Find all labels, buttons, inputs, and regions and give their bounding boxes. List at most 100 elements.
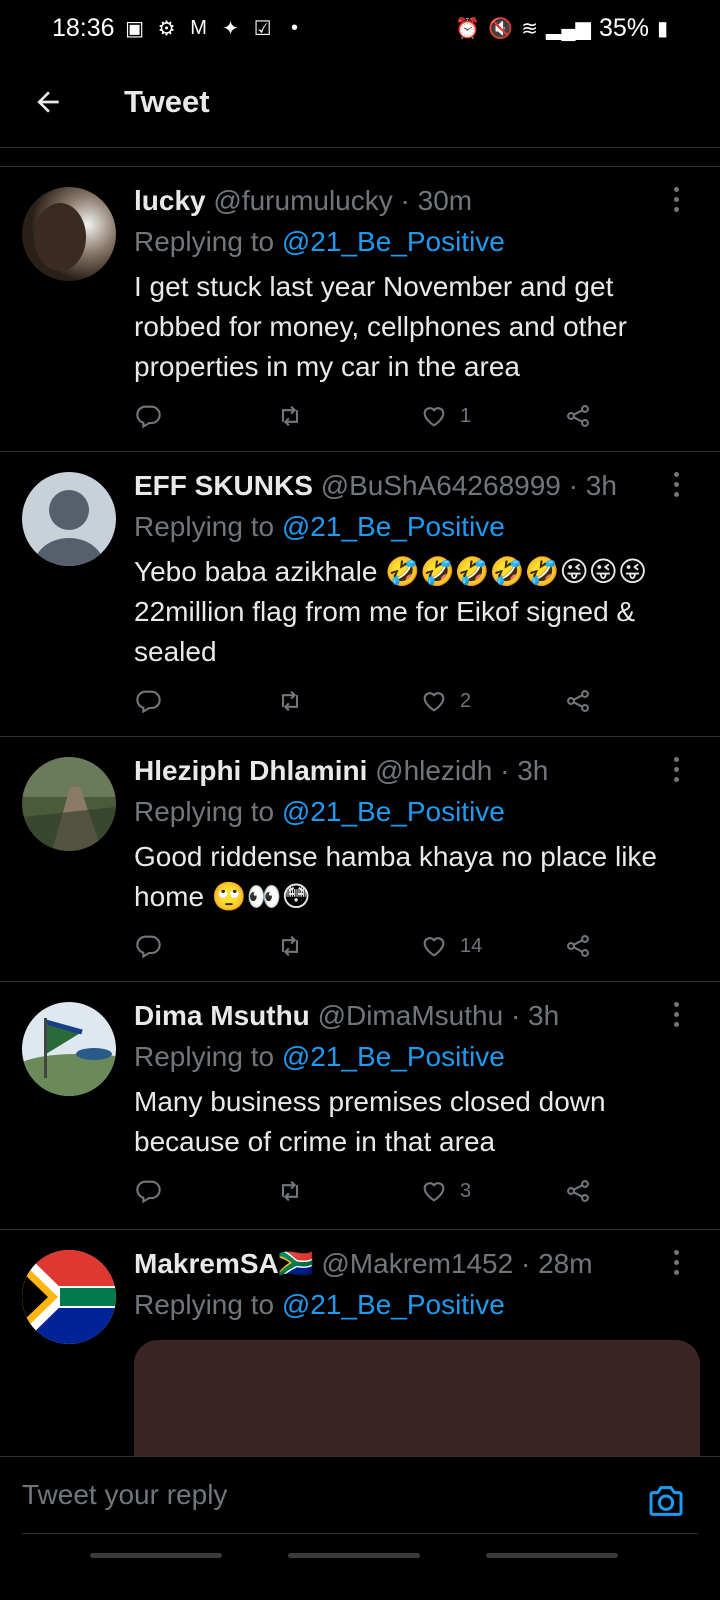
reply-icon bbox=[136, 935, 161, 959]
like-count: 2 bbox=[460, 689, 472, 712]
mute-icon: 🔇 bbox=[488, 17, 514, 40]
more-options-button[interactable] bbox=[672, 1002, 680, 1028]
heart-icon bbox=[423, 407, 445, 427]
nav-home-button[interactable] bbox=[288, 1553, 420, 1558]
replying-prefix: Replying to bbox=[134, 796, 282, 827]
tweet-text: Yebo baba azikhale 🤣🤣🤣🤣🤣😜😜😜22million fla… bbox=[134, 556, 648, 667]
signal-icon: ▂▄▆ bbox=[546, 17, 591, 40]
avatar[interactable] bbox=[22, 187, 116, 281]
status-left: 18:36 ▣ ⚙ M ✦ ☑ • bbox=[52, 14, 307, 43]
like-button[interactable]: 3 bbox=[420, 1177, 471, 1205]
share-button[interactable] bbox=[564, 1177, 592, 1205]
like-count: 3 bbox=[460, 1179, 472, 1202]
retweet-icon bbox=[281, 1180, 299, 1202]
more-options-button[interactable] bbox=[672, 1250, 680, 1276]
display-name[interactable]: lucky bbox=[134, 185, 206, 216]
tweet-header: MakremSA🇿🇦 @Makrem1452 · 28m bbox=[134, 1244, 700, 1284]
tweet-header: Dima Msuthu @DimaMsuthu · 3h bbox=[134, 996, 700, 1036]
tweet-actions: 2 bbox=[134, 681, 604, 721]
display-name[interactable]: EFF SKUNKS bbox=[134, 470, 313, 501]
retweet-button[interactable] bbox=[276, 402, 304, 430]
separator-dot: · bbox=[400, 185, 410, 216]
tweet-item[interactable]: EFF SKUNKS @BuShA64268999 · 3h Replying … bbox=[0, 452, 720, 737]
share-button[interactable] bbox=[564, 932, 592, 960]
tweet-actions: 3 bbox=[134, 1171, 604, 1211]
display-name[interactable]: Dima Msuthu bbox=[134, 1000, 310, 1031]
user-handle[interactable]: @DimaMsuthu bbox=[318, 1000, 504, 1031]
battery-icon: ▮ bbox=[656, 17, 668, 40]
camera-button[interactable] bbox=[646, 1481, 686, 1521]
mention-link[interactable]: @21_Be_Positive bbox=[282, 1041, 505, 1072]
tweet-item[interactable]: Dima Msuthu @DimaMsuthu · 3h Replying to… bbox=[0, 982, 720, 1230]
replying-prefix: Replying to bbox=[134, 1041, 282, 1072]
separator-dot: · bbox=[568, 470, 578, 501]
header-bar: Tweet bbox=[0, 56, 720, 148]
more-options-button[interactable] bbox=[672, 187, 680, 213]
user-handle[interactable]: @furumulucky bbox=[213, 185, 392, 216]
battery-percent: 35% bbox=[598, 13, 649, 42]
heart-icon bbox=[423, 692, 445, 712]
separator-dot: · bbox=[521, 1248, 531, 1279]
share-button[interactable] bbox=[564, 687, 592, 715]
nav-recents-button[interactable] bbox=[90, 1553, 222, 1558]
avatar[interactable] bbox=[22, 1002, 116, 1096]
display-name[interactable]: MakremSA🇿🇦 bbox=[134, 1248, 314, 1279]
heart-icon bbox=[423, 1182, 445, 1202]
mention-link[interactable]: @21_Be_Positive bbox=[282, 226, 505, 257]
back-arrow-icon bbox=[37, 90, 59, 113]
replying-prefix: Replying to bbox=[134, 1289, 282, 1320]
separator-dot: · bbox=[500, 755, 510, 786]
reply-button[interactable] bbox=[134, 687, 162, 715]
reply-icon bbox=[136, 690, 161, 714]
mention-link[interactable]: @21_Be_Positive bbox=[282, 511, 505, 542]
share-button[interactable] bbox=[564, 402, 592, 430]
more-options-button[interactable] bbox=[672, 757, 680, 783]
like-button[interactable]: 14 bbox=[420, 932, 482, 960]
retweet-button[interactable] bbox=[276, 687, 304, 715]
tweet-actions: 14 bbox=[134, 926, 604, 966]
share-icon bbox=[567, 405, 589, 427]
user-handle[interactable]: @BuShA64268999 bbox=[321, 470, 561, 501]
avatar[interactable] bbox=[22, 1250, 116, 1344]
share-icon bbox=[567, 935, 589, 957]
replying-to: Replying to @21_Be_Positive bbox=[134, 221, 700, 263]
dot-icon: • bbox=[291, 16, 299, 39]
gmail-icon: M bbox=[190, 16, 207, 39]
like-button[interactable]: 2 bbox=[420, 687, 471, 715]
tweet-header: Hleziphi Dhlamini @hlezidh · 3h bbox=[134, 751, 700, 791]
status-right: ⏰ 🔇 ≋ ▂▄▆ 35% ▮ bbox=[455, 14, 668, 43]
timestamp: 3h bbox=[585, 470, 617, 501]
nav-back-button[interactable] bbox=[486, 1553, 618, 1558]
mention-link[interactable]: @21_Be_Positive bbox=[282, 1289, 505, 1320]
reply-input[interactable]: Tweet your reply bbox=[22, 1479, 227, 1511]
display-name[interactable]: Hleziphi Dhlamini bbox=[134, 755, 367, 786]
back-button[interactable] bbox=[20, 74, 76, 130]
retweet-button[interactable] bbox=[276, 932, 304, 960]
reply-button[interactable] bbox=[134, 932, 162, 960]
avatar[interactable] bbox=[22, 757, 116, 851]
system-nav-bar bbox=[0, 1550, 720, 1600]
user-handle[interactable]: @hlezidh bbox=[375, 755, 492, 786]
replying-to: Replying to @21_Be_Positive bbox=[134, 791, 700, 833]
retweet-icon bbox=[281, 690, 299, 712]
reply-icon bbox=[136, 1180, 161, 1204]
retweet-button[interactable] bbox=[276, 1177, 304, 1205]
user-handle[interactable]: @Makrem1452 bbox=[321, 1248, 513, 1279]
like-button[interactable]: 1 bbox=[420, 402, 471, 430]
reply-button[interactable] bbox=[134, 402, 162, 430]
camera-icon bbox=[649, 1486, 683, 1516]
timestamp: 28m bbox=[538, 1248, 593, 1279]
alarm-icon: ⏰ bbox=[455, 17, 481, 40]
avatar[interactable] bbox=[22, 472, 116, 566]
tweet-actions: 1 bbox=[134, 396, 604, 436]
mention-link[interactable]: @21_Be_Positive bbox=[282, 796, 505, 827]
retweet-icon bbox=[281, 405, 299, 427]
reply-button[interactable] bbox=[134, 1177, 162, 1205]
more-options-button[interactable] bbox=[672, 472, 680, 498]
tweet-item[interactable]: Hleziphi Dhlamini @hlezidh · 3h Replying… bbox=[0, 737, 720, 982]
tweet-item[interactable]: lucky @furumulucky · 30m Replying to @21… bbox=[0, 167, 720, 452]
share-icon bbox=[567, 690, 589, 712]
tweet-header: lucky @furumulucky · 30m bbox=[134, 181, 700, 221]
status-bar: 18:36 ▣ ⚙ M ✦ ☑ • ⏰ 🔇 ≋ ▂▄▆ 35% ▮ bbox=[0, 0, 720, 56]
like-count: 14 bbox=[460, 934, 483, 957]
